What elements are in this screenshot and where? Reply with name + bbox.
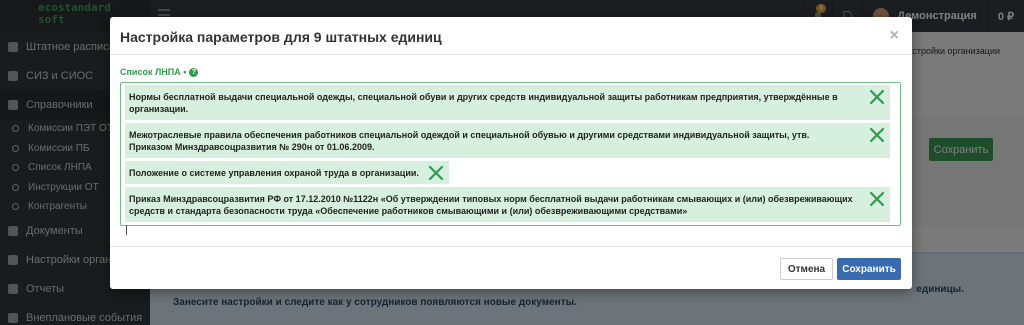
remove-tag-icon[interactable]	[868, 88, 886, 106]
cancel-button[interactable]: Отмена	[780, 258, 833, 280]
modal-header: Настройка параметров для 9 штатных едини…	[110, 17, 912, 55]
remove-tag-icon[interactable]	[868, 126, 886, 144]
remove-tag-icon[interactable]	[427, 164, 445, 182]
help-icon[interactable]: ?	[189, 67, 199, 77]
lnpa-tag: Приказ Минздравсоцразвития РФ от 17.12.2…	[125, 187, 890, 222]
lnpa-tag: Нормы бесплатной выдачи специальной одеж…	[125, 85, 890, 120]
save-button[interactable]: Сохранить	[837, 258, 901, 280]
modal-footer: Отмена Сохранить	[110, 246, 912, 289]
settings-modal: Настройка параметров для 9 штатных едини…	[110, 17, 912, 289]
modal-title: Настройка параметров для 9 штатных едини…	[120, 29, 442, 45]
lnpa-tag: Межотраслевые правила обеспечения работн…	[125, 123, 890, 158]
lnpa-multiselect[interactable]: Нормы бесплатной выдачи специальной одеж…	[120, 82, 901, 235]
text-cursor	[126, 225, 127, 235]
remove-tag-icon[interactable]	[868, 190, 886, 208]
close-icon[interactable]: ×	[890, 27, 899, 45]
lnpa-field-label: Список ЛНПА • ?	[120, 67, 199, 77]
lnpa-tag: Положение о системе управления охраной т…	[125, 161, 449, 184]
